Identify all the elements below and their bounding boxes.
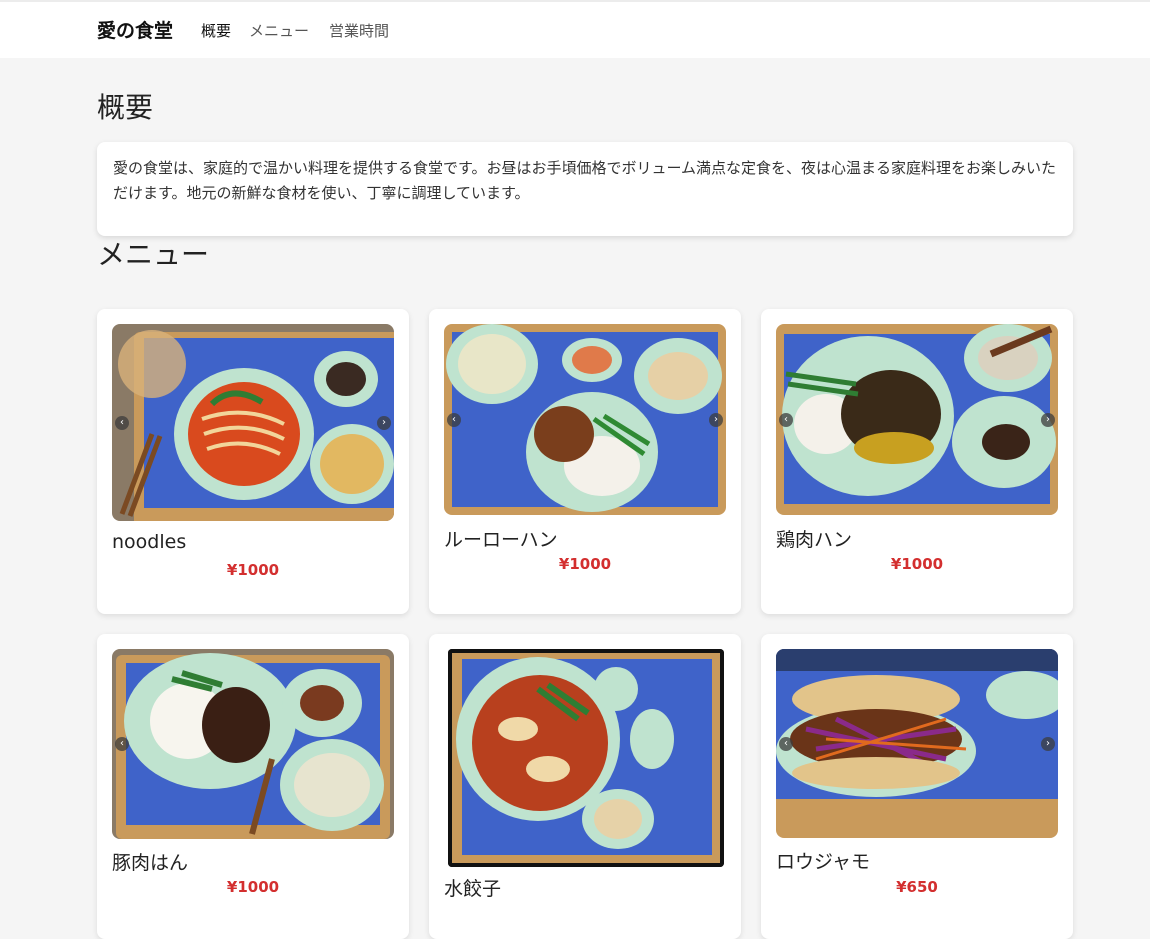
menu-card-chicken-rice[interactable]: ‹ › 鶏肉ハン ¥1000 bbox=[761, 309, 1073, 614]
about-card: 愛の食堂は、家庭的で温かい料理を提供する食堂です。お昼はお手頃価格でボリューム満… bbox=[97, 142, 1073, 236]
noodle-soup-image bbox=[112, 324, 394, 521]
menu-item-price: ¥1000 bbox=[226, 561, 280, 579]
next-image-icon[interactable]: › bbox=[377, 415, 391, 430]
prev-image-icon[interactable]: ‹ bbox=[779, 412, 793, 427]
menu-item-price: ¥650 bbox=[896, 878, 938, 896]
menu-item-name: ルーローハン bbox=[444, 529, 558, 551]
menu-item-price: ¥1000 bbox=[558, 555, 612, 573]
menu-card-pork-rice[interactable]: ‹ 豚肉はん ¥1000 bbox=[97, 634, 409, 939]
menu-card-lurouhan[interactable]: ‹ › ルーローハン ¥1000 bbox=[429, 309, 741, 614]
food-photo: ‹ bbox=[112, 649, 394, 839]
menu-item-name: 鶏肉ハン bbox=[776, 529, 853, 551]
next-image-icon[interactable]: › bbox=[1041, 412, 1055, 427]
next-image-icon[interactable]: › bbox=[709, 412, 723, 427]
prev-image-icon[interactable]: ‹ bbox=[115, 415, 129, 430]
food-photo: ‹ › bbox=[112, 324, 394, 521]
nav-link-hours[interactable]: 営業時間 bbox=[329, 20, 389, 41]
menu-item-name: 水餃子 bbox=[444, 878, 502, 900]
prev-image-icon[interactable]: ‹ bbox=[115, 737, 129, 751]
menu-card-dumplings[interactable]: 水餃子 bbox=[429, 634, 741, 939]
nav-link-menu[interactable]: メニュー bbox=[249, 20, 309, 41]
food-photo: ‹ › bbox=[776, 324, 1058, 515]
top-navbar: 愛の食堂 概要 メニュー 営業時間 bbox=[0, 0, 1150, 58]
food-photo: ‹ › bbox=[776, 649, 1058, 838]
prev-image-icon[interactable]: ‹ bbox=[779, 736, 793, 751]
braised-pork-rice-image bbox=[444, 324, 726, 515]
menu-item-name: noodles bbox=[112, 531, 187, 553]
dumpling-soup-image bbox=[448, 649, 724, 867]
about-heading: 概要 bbox=[97, 91, 154, 124]
menu-item-price: ¥1000 bbox=[226, 878, 280, 896]
menu-card-noodles[interactable]: ‹ › noodles ¥1000 bbox=[97, 309, 409, 614]
menu-item-name: 豚肉はん bbox=[112, 852, 189, 874]
food-photo bbox=[448, 649, 724, 867]
menu-item-name: ロウジャモ bbox=[776, 851, 871, 873]
pork-rice-image bbox=[112, 649, 394, 839]
menu-heading: メニュー bbox=[97, 238, 210, 271]
food-photo: ‹ › bbox=[444, 324, 726, 515]
site-brand[interactable]: 愛の食堂 bbox=[97, 16, 173, 43]
nav-link-overview[interactable]: 概要 bbox=[201, 20, 231, 41]
chicken-rice-image bbox=[776, 324, 1058, 515]
prev-image-icon[interactable]: ‹ bbox=[447, 412, 461, 427]
about-text: 愛の食堂は、家庭的で温かい料理を提供する食堂です。お昼はお手頃価格でボリューム満… bbox=[113, 159, 1057, 202]
menu-card-roujiamo[interactable]: ‹ › ロウジャモ ¥650 bbox=[761, 634, 1073, 939]
roujiamo-image bbox=[776, 649, 1058, 838]
menu-item-price: ¥1000 bbox=[890, 555, 944, 573]
next-image-icon[interactable]: › bbox=[1041, 736, 1055, 751]
